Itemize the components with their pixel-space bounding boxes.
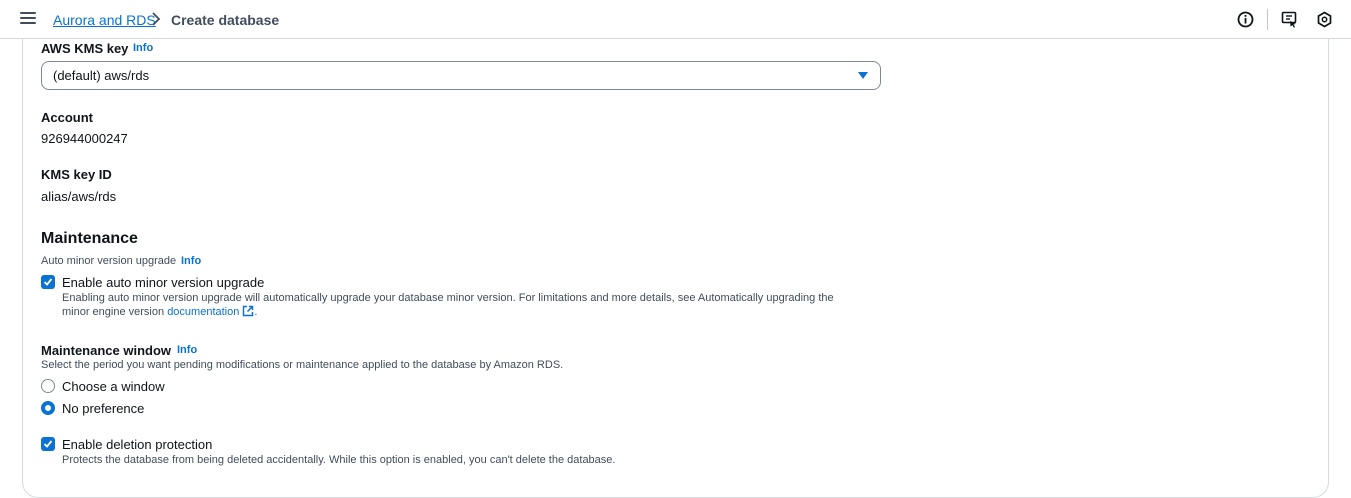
account-value: 926944000247 (41, 131, 128, 146)
info-circle-icon[interactable] (1237, 11, 1254, 28)
radio-choose-window-label[interactable]: Choose a window (62, 379, 165, 394)
radio-no-preference-label[interactable]: No preference (62, 401, 144, 416)
kms-key-label: AWS KMS key (41, 41, 129, 56)
auto-upgrade-desc-line1: Enabling auto minor version upgrade will… (62, 292, 834, 304)
deletion-protection-checkbox[interactable] (41, 437, 55, 451)
menu-icon[interactable] (20, 12, 36, 26)
auto-minor-upgrade-checkbox[interactable] (41, 275, 55, 289)
auto-minor-upgrade-info-link[interactable]: Info (181, 255, 201, 267)
caret-down-icon (858, 72, 868, 79)
kms-key-info-link[interactable]: Info (133, 42, 153, 54)
kms-key-select[interactable]: (default) aws/rds (41, 61, 881, 90)
top-navigation-bar: Aurora and RDS Create database (0, 0, 1351, 39)
auto-minor-upgrade-label: Auto minor version upgrade (41, 255, 177, 267)
deletion-protection-label[interactable]: Enable deletion protection (62, 437, 212, 452)
deletion-protection-description: Protects the database from being deleted… (62, 454, 616, 466)
toolbar-divider (1267, 9, 1268, 30)
auto-upgrade-desc-line2: minor engine version (62, 306, 165, 318)
maintenance-window-label: Maintenance window (41, 343, 172, 358)
maintenance-window-info-link[interactable]: Info (177, 344, 197, 356)
external-link-icon[interactable] (242, 305, 254, 317)
auto-minor-upgrade-description: Enabling auto minor version upgrade will… (62, 291, 882, 319)
breadcrumb-current-page: Create database (171, 12, 280, 28)
account-label: Account (41, 110, 93, 125)
kms-key-id-label: KMS key ID (41, 167, 112, 182)
screen-cursor-icon[interactable] (1281, 11, 1298, 28)
radio-choose-window[interactable] (41, 379, 55, 393)
kms-key-selected-value: (default) aws/rds (53, 68, 150, 83)
auto-upgrade-desc-suffix: . (254, 306, 258, 318)
checkmark-icon (43, 278, 53, 286)
checkmark-icon (43, 440, 53, 448)
auto-minor-upgrade-checkbox-label[interactable]: Enable auto minor version upgrade (62, 275, 264, 290)
documentation-link[interactable]: documentation (167, 306, 239, 318)
settings-panel (22, 38, 1329, 498)
radio-no-preference[interactable] (41, 401, 55, 415)
kms-key-id-value: alias/aws/rds (41, 189, 117, 204)
breadcrumb-aurora-rds[interactable]: Aurora and RDS (53, 12, 156, 28)
chevron-right-icon (152, 12, 161, 26)
maintenance-window-description: Select the period you want pending modif… (41, 359, 564, 371)
maintenance-heading: Maintenance (41, 230, 138, 247)
shield-hexagon-icon[interactable] (1316, 11, 1333, 28)
